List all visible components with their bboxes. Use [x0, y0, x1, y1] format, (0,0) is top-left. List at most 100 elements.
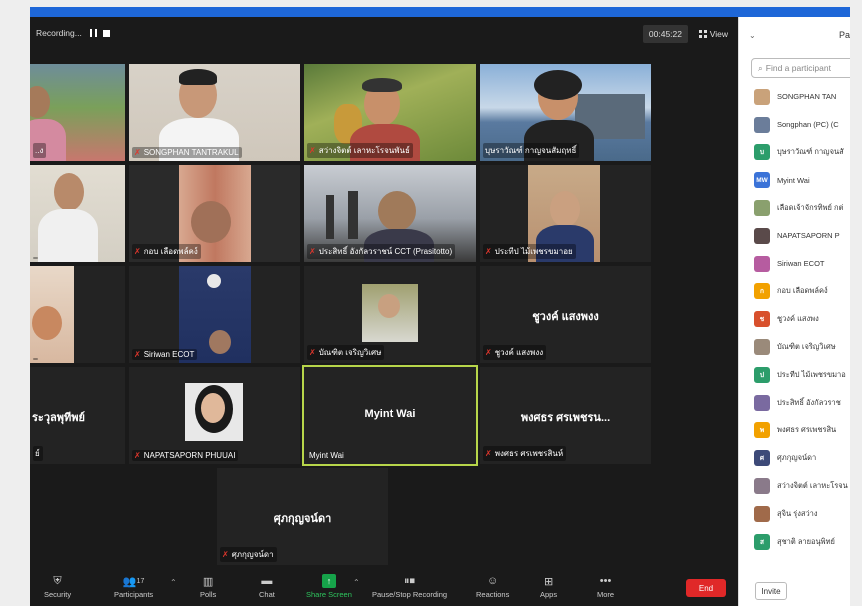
- participant-name: ประทีป ไม้เพชรขมาอ: [777, 369, 846, 379]
- avatar: [754, 478, 770, 495]
- participants-caret-icon[interactable]: ⌃: [170, 578, 177, 587]
- participant-list-item[interactable]: MW Myint Wai: [739, 166, 850, 194]
- avatar: [754, 505, 770, 522]
- polls-button[interactable]: ▥ Polls: [200, 574, 216, 600]
- search-icon: ⌕: [758, 62, 763, 73]
- participant-search-input[interactable]: ⌕ Find a participant: [751, 58, 850, 78]
- chat-button[interactable]: ▬ Chat: [259, 574, 275, 599]
- participant-name-label: [33, 257, 38, 259]
- bar-chart-icon: ▥: [202, 575, 214, 588]
- video-tile[interactable]: ✗ NAPATSAPORN PHUUAI: [129, 367, 300, 464]
- video-tile[interactable]: ✗ ประทีป ไม้เพชรขมาอย: [480, 165, 651, 262]
- participant-list-item[interactable]: SONGPHAN TAN: [739, 83, 850, 111]
- video-tile[interactable]: [30, 266, 125, 363]
- participant-list-item[interactable]: ป ประทีป ไม้เพชรขมาอ: [739, 361, 850, 389]
- participants-panel: ⌄ Pa ⌕ Find a participant SONGPHAN TAN So…: [738, 17, 850, 606]
- participant-name: บุษราวัณฑ์ กาญจนสั: [777, 147, 844, 157]
- chevron-down-icon[interactable]: ⌄: [749, 31, 763, 40]
- stop-recording-icon[interactable]: [102, 29, 110, 37]
- participant-list-item[interactable]: ศ ศุภกุญจน์ดา: [739, 444, 850, 472]
- view-button[interactable]: View: [695, 25, 732, 43]
- video-tile[interactable]: ✗ ประสิทธิ์ อังกัลวราชน์ CCT (Prasitotto): [304, 165, 476, 262]
- muted-mic-icon: ✗: [134, 148, 141, 157]
- participant-name-label: ..ง: [33, 143, 47, 158]
- avatar: ก: [754, 283, 770, 300]
- avatar: ศ: [754, 450, 770, 467]
- participant-list-item[interactable]: Songphan (PC) (C: [739, 111, 850, 139]
- participant-list-item[interactable]: บ บุษราวัณฑ์ กาญจนสั: [739, 139, 850, 167]
- reactions-button[interactable]: ☺ Reactions: [476, 574, 509, 599]
- participant-name-label: ✗ SONGPHAN TANTRAKUL: [132, 147, 242, 158]
- participant-center-name: ศุภกุญจน์ดา: [273, 512, 332, 525]
- participant-name-label: ✗ NAPATSAPORN PHUUAI: [132, 450, 239, 461]
- meeting-toolbar: ⛨ Security 👥 17 Participants ⌃ ▥ Polls ▬ …: [30, 572, 738, 606]
- video-tile[interactable]: ชูวงค์ แสงพงง ✗ ชูวงค์ แสงพงง: [480, 266, 651, 363]
- avatar: ช: [754, 311, 770, 328]
- participant-name: บัณฑิต เจริญวิเศษ: [777, 342, 836, 352]
- video-tile[interactable]: พงศธร ศรเพชรน... ✗ พงศธร ศรเพชรสินห์: [480, 367, 651, 464]
- participant-list-item[interactable]: บัณฑิต เจริญวิเศษ: [739, 333, 850, 361]
- meeting-timer: 00:45:22: [642, 25, 688, 43]
- participant-name: สว่างจิตต์ เลาหะโรจน: [777, 481, 848, 491]
- recording-label: Recording...: [36, 28, 82, 38]
- muted-mic-icon: ✗: [134, 247, 141, 256]
- participant-list-item[interactable]: สุจิน รุ่งสว่าง: [739, 500, 850, 528]
- share-screen-button[interactable]: ↑ Share Screen: [306, 574, 352, 599]
- muted-mic-icon: ✗: [222, 550, 229, 559]
- video-tile[interactable]: ✗ SONGPHAN TANTRAKUL: [129, 64, 300, 161]
- chat-bubble-icon: ▬: [261, 575, 273, 587]
- participant-list-item[interactable]: NAPATSAPORN P: [739, 222, 850, 250]
- participants-button[interactable]: 👥 17 Participants: [114, 574, 153, 600]
- search-placeholder: Find a participant: [765, 63, 831, 73]
- end-meeting-button[interactable]: End: [686, 579, 726, 597]
- muted-mic-icon: ✗: [485, 449, 492, 458]
- pause-recording-icon[interactable]: [89, 29, 97, 37]
- participant-name: เลือดเจ้าจักรทิพย์ กต่: [777, 203, 844, 213]
- participant-list-item[interactable]: ก กอบ เลือดพล์คง์: [739, 278, 850, 306]
- invite-button[interactable]: Invite: [755, 582, 787, 600]
- participant-list-item[interactable]: พ พงศธร ศรเพชรสิน: [739, 417, 850, 445]
- share-caret-icon[interactable]: ⌃: [353, 578, 360, 587]
- video-tile[interactable]: ✗ สว่างจิตต์ เลาหะโรจนพันธ์: [304, 64, 476, 161]
- apps-button[interactable]: ⊞ Apps: [540, 574, 557, 600]
- participant-name: ศุภกุญจน์ดา: [777, 453, 817, 463]
- participant-list-item[interactable]: ประสิทธิ์ อังกัลวราช: [739, 389, 850, 417]
- participant-list-item[interactable]: สว่างจิตต์ เลาหะโรจน: [739, 472, 850, 500]
- muted-mic-icon: ✗: [309, 247, 316, 256]
- participant-list-item[interactable]: เลือดเจ้าจักรทิพย์ กต่: [739, 194, 850, 222]
- recording-indicator: Recording...: [30, 23, 116, 43]
- participant-name: Songphan (PC) (C: [777, 120, 839, 130]
- avatar: ส: [754, 533, 770, 550]
- participant-center-name: พงศธร ศรเพชรน...: [520, 411, 611, 424]
- participant-list-item[interactable]: ช ชูวงค์ แสงพง: [739, 305, 850, 333]
- video-tile[interactable]: ..ง: [30, 64, 125, 161]
- video-tile[interactable]: บุษราวัณฑ์ กาญจนสัมฤทธิ์: [480, 64, 651, 161]
- participant-name-label: ✗ ประสิทธิ์ อังกัลวราชน์ CCT (Prasitotto): [307, 244, 456, 259]
- zoom-meeting-window: Recording... 00:45:22 View ..ง ✗ SONGPHAN…: [30, 17, 738, 606]
- participant-name-label: ✗ สว่างจิตต์ เลาหะโรจนพันธ์: [307, 143, 413, 158]
- avatar: [754, 394, 770, 411]
- participant-center-name: ชูวงค์ แสงพงง: [532, 310, 599, 323]
- more-button[interactable]: ••• More: [597, 574, 614, 599]
- video-tile[interactable]: [30, 165, 125, 262]
- apps-icon: ⊞: [543, 575, 554, 588]
- security-button[interactable]: ⛨ Security: [44, 574, 71, 600]
- participant-name: กอบ เลือดพล์คง์: [777, 286, 828, 296]
- pause-stop-recording-button[interactable]: ⏸⏹ Pause/Stop Recording: [372, 574, 447, 600]
- participant-name: พงศธร ศรเพชรสิน: [777, 425, 837, 435]
- participant-list-item[interactable]: ส สุชาติ ลายอนุพิทย์: [739, 528, 850, 556]
- muted-mic-icon: ✗: [134, 451, 141, 460]
- video-tile[interactable]: ✗ บัณฑิต เจริญวิเศษ: [304, 266, 476, 363]
- video-tile[interactable]: ✗ Siriwan ECOT: [129, 266, 300, 363]
- participant-list-item[interactable]: Siriwan ECOT: [739, 250, 850, 278]
- grid-view-icon: [698, 30, 707, 38]
- participant-name-label: Myint Wai: [309, 451, 344, 460]
- video-tile[interactable]: ศุภกุญจน์ดา ✗ ศุภกุญจน์ดา: [217, 468, 388, 565]
- video-tile[interactable]: ระวุลพุทีพย์ ย์: [30, 367, 125, 464]
- muted-mic-icon: ✗: [134, 350, 141, 359]
- participant-list: SONGPHAN TAN Songphan (PC) (C บ บุษราวัณฑ์ …: [739, 83, 850, 556]
- video-tile-active-speaker[interactable]: Myint Wai Myint Wai: [302, 365, 478, 466]
- participant-name: ชูวงค์ แสงพง: [777, 314, 819, 324]
- video-tile[interactable]: ✗ กอบ เลือดพล์คง์: [129, 165, 300, 262]
- avatar: ป: [754, 366, 770, 383]
